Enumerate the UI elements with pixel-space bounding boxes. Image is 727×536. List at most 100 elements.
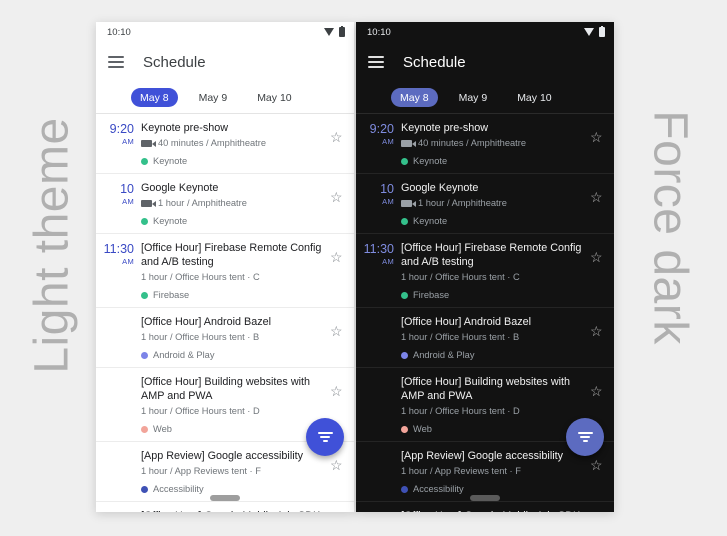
event-subtitle: 1 hour / Office Hours tent · D [141, 406, 260, 416]
event-meta: 1 hour / Office Hours tent · D [401, 405, 588, 418]
event-time-value: 10 [380, 182, 394, 196]
day-chip-may-10[interactable]: May 10 [508, 88, 560, 107]
tag-color-dot [401, 485, 408, 493]
event-time-ampm: AM [122, 257, 134, 266]
list-item[interactable]: [Office Hour] Google Mobile Ads SDK 1 ho… [96, 502, 354, 512]
list-item[interactable]: [Office Hour] Google Mobile Ads SDK 1 ho… [356, 502, 614, 512]
event-time [363, 509, 401, 512]
day-chip-may-8[interactable]: May 8 [131, 88, 178, 107]
list-item[interactable]: 11:30 AM [Office Hour] Firebase Remote C… [356, 234, 614, 308]
star-icon[interactable]: ☆ [330, 458, 344, 494]
event-body: Google Keynote 1 hour / Amphitheatre Key… [401, 181, 590, 226]
comparison-stage: Light theme Force dark 10:10 Schedule Ma… [0, 0, 727, 536]
wifi-icon [324, 28, 334, 36]
list-item[interactable]: 10 AM Google Keynote 1 hour / Amphitheat… [356, 174, 614, 234]
tag-label: Keynote [153, 216, 188, 226]
star-icon[interactable]: ☆ [330, 190, 344, 226]
hamburger-line [108, 56, 124, 58]
page-title: Schedule [143, 53, 206, 71]
event-subtitle: 1 hour / App Reviews tent · F [141, 466, 261, 476]
list-item[interactable]: [Office Hour] Android Bazel 1 hour / Off… [96, 308, 354, 368]
event-body: [App Review] Google accessibility 1 hour… [401, 449, 590, 494]
event-tag: Accessibility [401, 484, 588, 494]
star-icon[interactable]: ☆ [330, 250, 344, 300]
event-tag: Keynote [141, 216, 328, 226]
event-meta: 1 hour / App Reviews tent · F [141, 465, 328, 478]
event-meta: 1 hour / App Reviews tent · F [401, 465, 588, 478]
filter-icon [577, 432, 593, 442]
event-meta: 1 hour / Office Hours tent · B [401, 331, 588, 344]
status-bar: 10:10 [356, 22, 614, 42]
filter-fab-button[interactable] [306, 418, 344, 456]
list-item[interactable]: [Office Hour] Android Bazel 1 hour / Off… [356, 308, 614, 368]
event-body: [App Review] Google accessibility 1 hour… [141, 449, 330, 494]
event-tag: Keynote [401, 216, 588, 226]
list-item[interactable]: 11:30 AM [Office Hour] Firebase Remote C… [96, 234, 354, 308]
event-tag: Accessibility [141, 484, 328, 494]
event-tag: Keynote [141, 156, 328, 166]
star-icon[interactable]: ☆ [590, 324, 604, 360]
filter-bar [577, 432, 593, 434]
tag-color-dot [401, 351, 408, 359]
event-title: [Office Hour] Building websites with AMP… [401, 376, 571, 402]
tag-label: Keynote [153, 156, 188, 166]
star-icon[interactable]: ☆ [590, 250, 604, 300]
star-icon[interactable]: ☆ [330, 130, 344, 166]
app-bar: Schedule [356, 42, 614, 82]
filter-bar [322, 440, 328, 442]
event-title: [Office Hour] Building websites with AMP… [141, 376, 311, 402]
day-chip-strip: May 8 May 9 May 10 [96, 82, 354, 114]
event-title: [Office Hour] Android Bazel [401, 316, 532, 328]
phone-light-theme: 10:10 Schedule May 8 May 9 May 10 9:20 A… [96, 22, 354, 512]
hamburger-line [368, 61, 384, 63]
event-time [363, 375, 401, 434]
video-camera-icon [141, 140, 156, 147]
event-body: Google Keynote 1 hour / Amphitheatre Key… [141, 181, 330, 226]
star-icon[interactable]: ☆ [590, 130, 604, 166]
event-title: [App Review] Google accessibility [141, 450, 304, 462]
battery-icon [339, 25, 345, 37]
event-body: [Office Hour] Android Bazel 1 hour / Off… [401, 315, 590, 360]
day-chip-may-9[interactable]: May 9 [450, 88, 497, 107]
tag-color-dot [141, 351, 148, 359]
list-item[interactable]: 10 AM Google Keynote 1 hour / Amphitheat… [96, 174, 354, 234]
list-item[interactable]: 9:20 AM Keynote pre-show 40 minutes / Am… [356, 114, 614, 174]
tag-label: Web [413, 424, 432, 434]
event-time-value: 9:20 [369, 122, 394, 136]
star-icon[interactable]: ☆ [590, 190, 604, 226]
home-indicator [470, 495, 500, 501]
event-tag: Web [141, 424, 328, 434]
star-icon[interactable]: ☆ [330, 324, 344, 360]
tag-label: Android & Play [153, 350, 215, 360]
day-chip-may-10[interactable]: May 10 [248, 88, 300, 107]
event-subtitle: 40 minutes / Amphitheatre [418, 138, 527, 148]
event-subtitle: 40 minutes / Amphitheatre [158, 138, 267, 148]
event-meta: 1 hour / Amphitheatre [401, 197, 588, 210]
schedule-list[interactable]: 9:20 AM Keynote pre-show 40 minutes / Am… [96, 114, 354, 512]
event-body: [Office Hour] Google Mobile Ads SDK 1 ho… [401, 509, 590, 512]
event-time: 11:30 AM [363, 241, 401, 300]
video-camera-icon [401, 200, 416, 207]
list-item[interactable]: 9:20 AM Keynote pre-show 40 minutes / Am… [96, 114, 354, 174]
filter-fab-button[interactable] [566, 418, 604, 456]
day-chip-may-8[interactable]: May 8 [391, 88, 438, 107]
page-title: Schedule [403, 53, 466, 71]
day-chip-strip: May 8 May 9 May 10 [356, 82, 614, 114]
tag-label: Firebase [413, 290, 450, 300]
hamburger-menu-icon[interactable] [108, 56, 124, 68]
app-bar: Schedule [96, 42, 354, 82]
hamburger-menu-icon[interactable] [368, 56, 384, 68]
event-title: [Office Hour] Firebase Remote Config and… [141, 242, 322, 268]
schedule-list[interactable]: 9:20 AM Keynote pre-show 40 minutes / Am… [356, 114, 614, 512]
phone-force-dark: 10:10 Schedule May 8 May 9 May 10 9:20 A… [356, 22, 614, 512]
event-time-value: 11:30 [103, 242, 134, 256]
star-icon[interactable]: ☆ [590, 458, 604, 494]
tag-label: Firebase [153, 290, 190, 300]
tag-color-dot [401, 217, 408, 225]
tag-label: Android & Play [413, 350, 475, 360]
video-camera-icon [141, 200, 156, 207]
tag-color-dot [401, 291, 408, 299]
event-time-value: 9:20 [109, 122, 134, 136]
day-chip-may-9[interactable]: May 9 [190, 88, 237, 107]
event-time: 9:20 AM [363, 121, 401, 166]
